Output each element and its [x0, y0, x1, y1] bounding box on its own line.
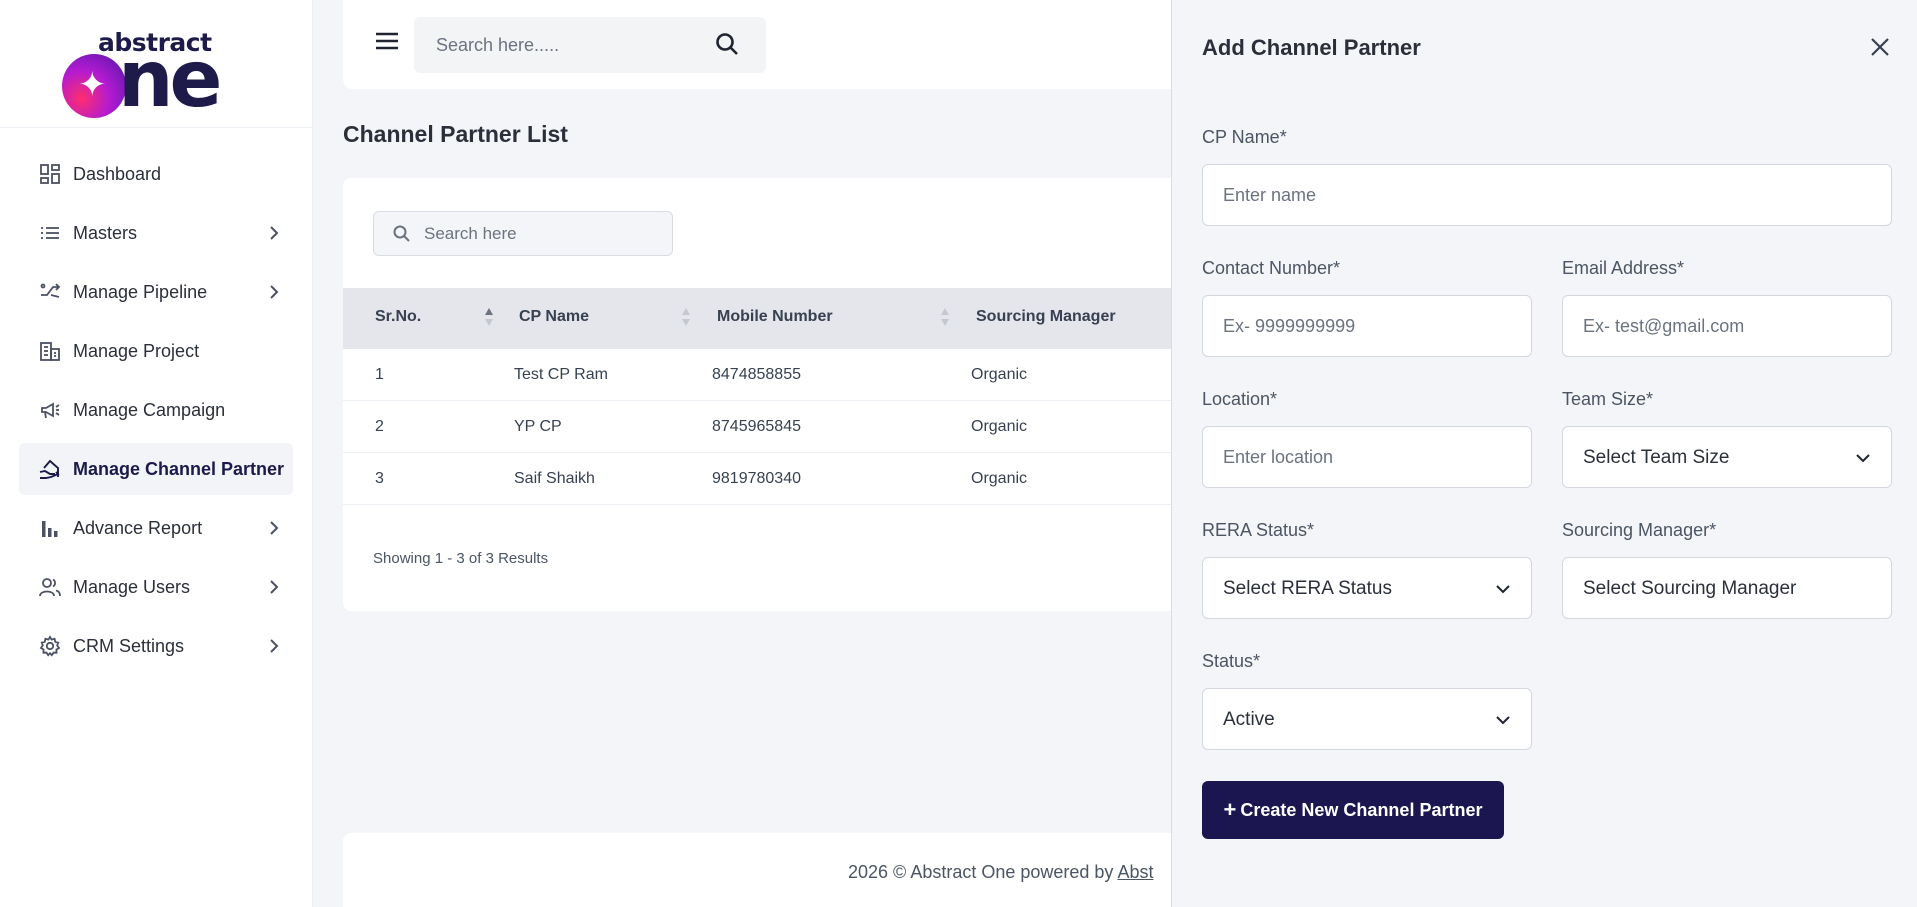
- table-search-input[interactable]: Search here: [373, 211, 673, 256]
- chevron-right-icon: [270, 639, 279, 653]
- chevron-down-icon: [1496, 585, 1510, 594]
- team-size-label: Team Size*: [1562, 389, 1654, 409]
- cell-sr-no: 3: [375, 470, 384, 487]
- pagination-summary: Showing 1 - 3 of 3 Results: [373, 550, 549, 567]
- sidebar-item-label: Masters: [73, 222, 138, 243]
- contact-number-input[interactable]: [1202, 295, 1532, 357]
- sort-icon[interactable]: [940, 306, 950, 328]
- bar-chart-icon: [38, 516, 62, 540]
- cell-sourcing-manager: Organic: [971, 470, 1028, 487]
- sidebar-item-manage-channel-partner[interactable]: Manage Channel Partner: [19, 443, 293, 495]
- sourcing-manager-select[interactable]: Select Sourcing Manager: [1562, 557, 1892, 619]
- sidebar-item-label: Dashboard: [73, 163, 162, 184]
- create-button-label: Create New Channel Partner: [1240, 799, 1483, 820]
- sidebar-item-label: Manage Campaign: [73, 399, 226, 420]
- cell-cp-name: YP CP: [514, 418, 562, 435]
- status-label: Status*: [1202, 651, 1261, 671]
- chevron-right-icon: [270, 521, 279, 535]
- contact-number-label: Contact Number*: [1202, 258, 1341, 278]
- footer-text: 2026 © Abstract One powered by Abst: [848, 862, 1153, 883]
- email-address-label: Email Address*: [1562, 258, 1685, 278]
- column-header-sourcing-manager[interactable]: Sourcing Manager: [976, 308, 1116, 326]
- chevron-right-icon: [270, 285, 279, 299]
- sidebar-item-masters[interactable]: Masters: [19, 207, 293, 259]
- sidebar-item-manage-project[interactable]: Manage Project: [19, 325, 293, 377]
- team-size-select[interactable]: Select Team Size: [1562, 426, 1892, 488]
- cell-sr-no: 1: [375, 366, 384, 383]
- location-label: Location*: [1202, 389, 1278, 409]
- sort-icon[interactable]: [484, 306, 494, 328]
- cell-mobile-number: 8745965845: [712, 418, 801, 435]
- column-header-mobile-number[interactable]: Mobile Number: [717, 308, 833, 326]
- users-icon: [38, 575, 62, 599]
- cell-sourcing-manager: Organic: [971, 366, 1028, 383]
- chevron-down-icon: [1496, 716, 1510, 725]
- chevron-right-icon: [270, 580, 279, 594]
- add-channel-partner-drawer: Add Channel Partner CP Name* Contact Num…: [1171, 0, 1917, 907]
- sparkle-icon: ✦: [78, 65, 107, 104]
- sidebar-nav: Dashboard Masters Manage Pipeline Manage…: [0, 128, 312, 672]
- drawer-title: Add Channel Partner: [1202, 35, 1421, 60]
- sidebar-item-label: Manage Channel Partner: [73, 458, 285, 479]
- building-icon: [38, 339, 62, 363]
- list-icon: [38, 221, 62, 245]
- sidebar-item-manage-pipeline[interactable]: Manage Pipeline: [19, 266, 293, 318]
- cp-name-input[interactable]: [1202, 164, 1892, 226]
- team-size-value: Select Team Size: [1583, 447, 1730, 468]
- close-icon[interactable]: [1868, 35, 1892, 59]
- handshake-home-icon: [38, 457, 62, 481]
- rera-status-select[interactable]: Select RERA Status: [1202, 557, 1532, 619]
- footer-copyright: 2026 © Abstract One powered by: [848, 862, 1118, 882]
- status-select[interactable]: Active: [1202, 688, 1532, 750]
- sidebar-item-label: CRM Settings: [73, 635, 185, 656]
- column-header-cp-name[interactable]: CP Name: [519, 308, 589, 326]
- page-title: Channel Partner List: [343, 121, 568, 147]
- location-input[interactable]: [1202, 426, 1532, 488]
- gear-icon: [38, 634, 62, 658]
- sidebar-item-crm-settings[interactable]: CRM Settings: [19, 620, 293, 672]
- sourcing-manager-label: Sourcing Manager*: [1562, 520, 1717, 540]
- cell-cp-name: Saif Shaikh: [514, 470, 595, 487]
- cp-name-label: CP Name*: [1202, 127, 1287, 147]
- search-icon: [393, 225, 410, 242]
- global-search-input[interactable]: Search here.....: [414, 17, 766, 73]
- cell-sourcing-manager: Organic: [971, 418, 1028, 435]
- logo-word-ne: ne: [118, 34, 222, 125]
- sidebar-item-advance-report[interactable]: Advance Report: [19, 502, 293, 554]
- footer-link[interactable]: Abst: [1117, 862, 1153, 882]
- global-search-placeholder: Search here.....: [436, 35, 560, 55]
- sidebar-item-label: Manage Project: [73, 340, 200, 361]
- sidebar-item-manage-campaign[interactable]: Manage Campaign: [19, 384, 293, 436]
- sidebar-item-label: Advance Report: [73, 517, 203, 538]
- status-value: Active: [1223, 709, 1275, 730]
- dashboard-icon: [38, 162, 62, 186]
- pipeline-icon: [38, 280, 62, 304]
- email-address-input[interactable]: [1562, 295, 1892, 357]
- sidebar: abstract ✦ ne Dashboard Masters Manage P…: [0, 0, 313, 907]
- cell-mobile-number: 9819780340: [712, 470, 801, 487]
- rera-status-label: RERA Status*: [1202, 520, 1315, 540]
- table-search-placeholder: Search here: [424, 224, 517, 243]
- chevron-down-icon: [1856, 454, 1870, 463]
- sidebar-item-label: Manage Users: [73, 576, 191, 597]
- sort-icon[interactable]: [681, 306, 691, 328]
- sidebar-item-label: Manage Pipeline: [73, 281, 208, 302]
- hamburger-menu-icon[interactable]: [375, 31, 399, 51]
- chevron-right-icon: [270, 226, 279, 240]
- create-channel-partner-button[interactable]: + Create New Channel Partner: [1202, 781, 1504, 839]
- sidebar-item-manage-users[interactable]: Manage Users: [19, 561, 293, 613]
- logo[interactable]: abstract ✦ ne: [0, 0, 312, 128]
- brand-logo: abstract ✦ ne: [56, 14, 256, 120]
- cell-sr-no: 2: [375, 418, 384, 435]
- sidebar-item-dashboard[interactable]: Dashboard: [19, 148, 293, 200]
- cell-mobile-number: 8474858855: [712, 366, 801, 383]
- column-header-sr-no[interactable]: Sr.No.: [375, 308, 421, 326]
- plus-icon: +: [1223, 797, 1237, 822]
- search-icon[interactable]: [714, 31, 742, 59]
- cell-cp-name: Test CP Ram: [514, 366, 608, 383]
- sourcing-manager-value: Select Sourcing Manager: [1583, 578, 1797, 599]
- megaphone-icon: [38, 398, 62, 422]
- rera-status-value: Select RERA Status: [1223, 578, 1392, 599]
